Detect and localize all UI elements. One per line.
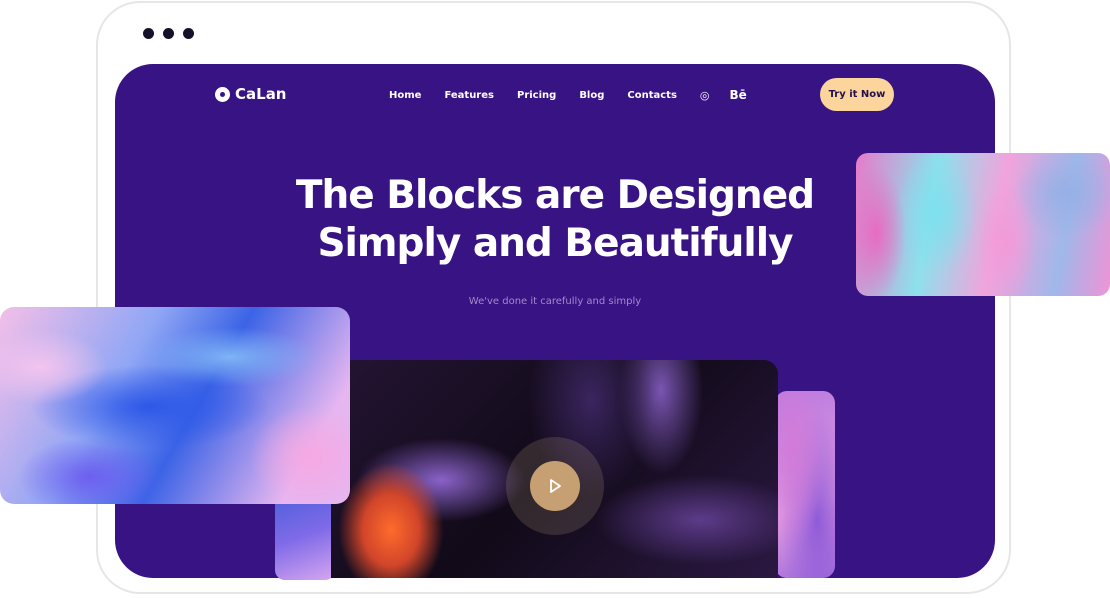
window-dot: [143, 28, 154, 39]
nav-pricing[interactable]: Pricing: [517, 90, 556, 101]
brand-name: CaLan: [235, 85, 287, 103]
play-button-ring[interactable]: [506, 437, 604, 535]
artwork-left: [0, 307, 350, 504]
nav-blog[interactable]: Blog: [579, 90, 604, 101]
dribbble-icon[interactable]: ◎: [700, 89, 710, 102]
window-dots: [143, 28, 194, 39]
hero-title: The Blocks are Designed Simply and Beaut…: [275, 172, 835, 268]
brand-logo[interactable]: CaLan: [215, 85, 287, 103]
hero-subtitle: We've done it carefully and simply: [468, 296, 642, 307]
nav-features[interactable]: Features: [444, 90, 494, 101]
window-dot: [183, 28, 194, 39]
hero-title-line: The Blocks are Designed: [295, 173, 815, 218]
nav-home[interactable]: Home: [389, 90, 421, 101]
window-dot: [163, 28, 174, 39]
behance-icon[interactable]: Bē: [730, 88, 747, 102]
try-it-now-button[interactable]: Try it Now: [820, 78, 894, 111]
logo-icon: [215, 86, 230, 102]
artwork-right: [856, 153, 1110, 296]
play-button[interactable]: [530, 461, 580, 511]
play-icon: [550, 479, 561, 493]
artwork-back-right: [775, 391, 835, 578]
hero-title-line: Simply and Beautifully: [317, 221, 793, 266]
main-nav: Home Features Pricing Blog Contacts ◎ Bē: [389, 88, 747, 102]
nav-contacts[interactable]: Contacts: [627, 90, 677, 101]
